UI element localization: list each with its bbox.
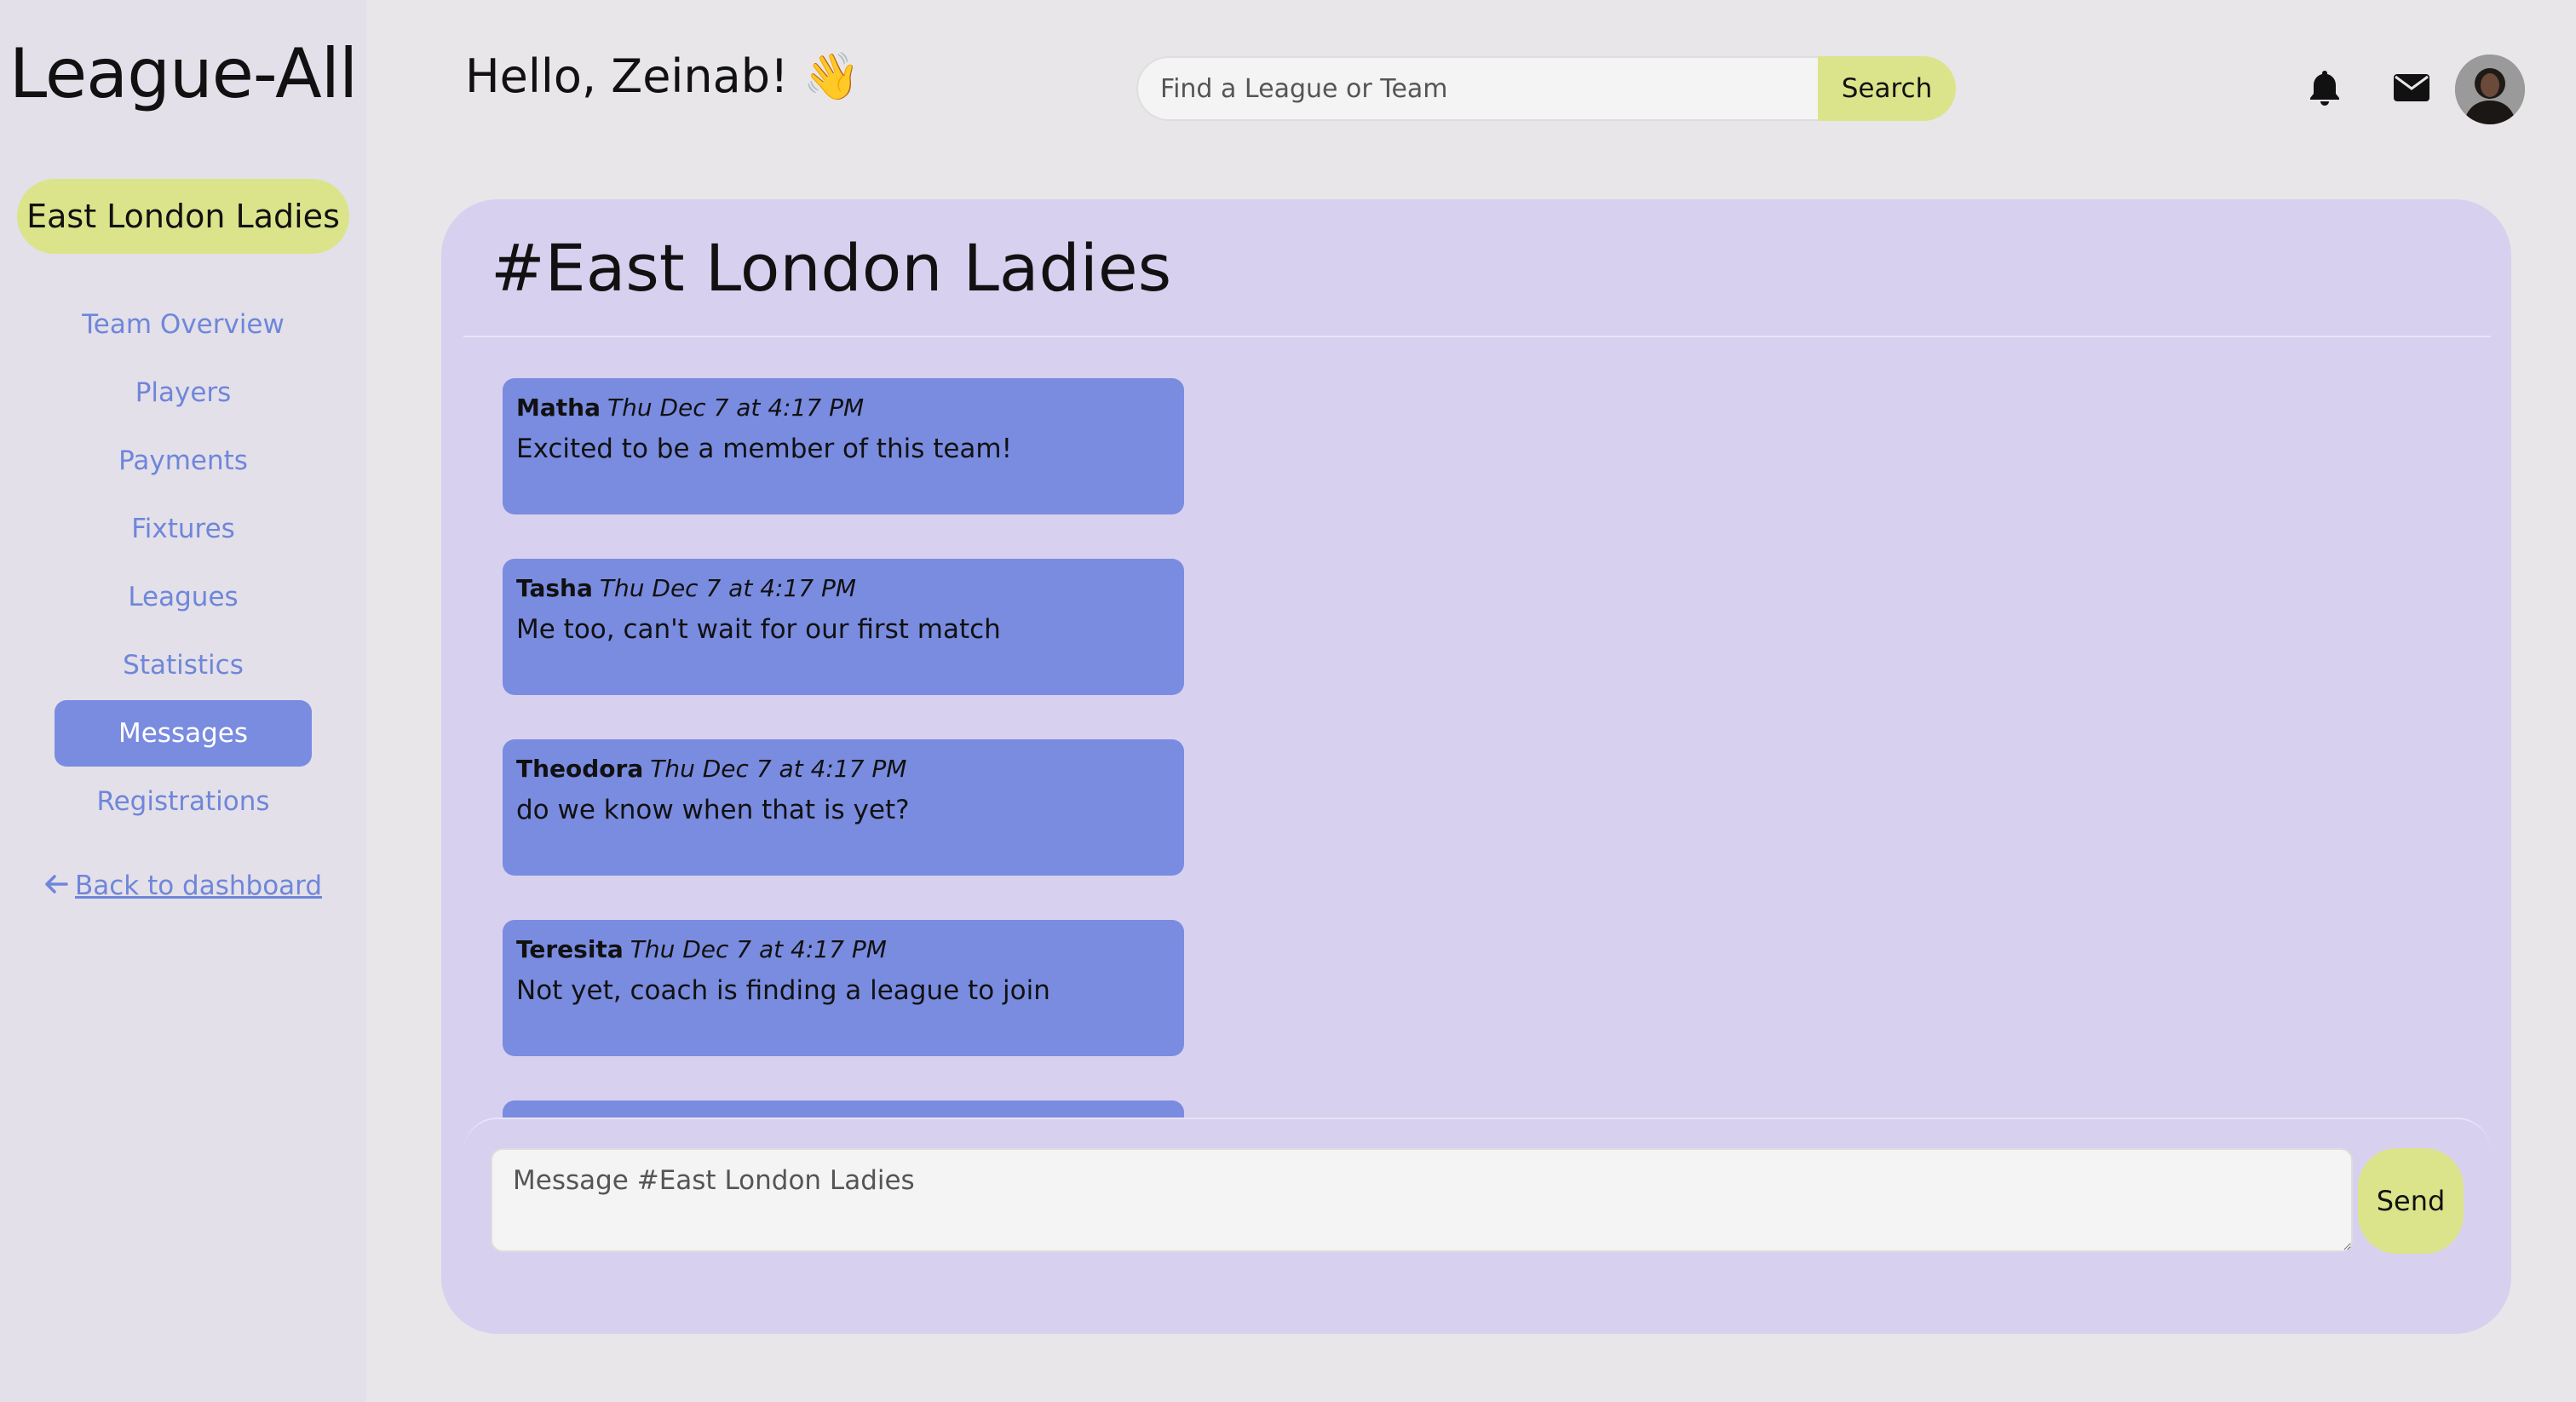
- message-time: Thu Dec 7 at 4:17 PM: [630, 935, 887, 963]
- sidebar-item-fixtures[interactable]: Fixtures: [55, 496, 312, 562]
- sidebar-item-registrations[interactable]: Registrations: [55, 768, 312, 835]
- message-time: Thu Dec 7 at 4:17 PM: [599, 574, 857, 602]
- message-time: Thu Dec 7 at 4:17 PM: [607, 394, 865, 422]
- bell-icon[interactable]: [2303, 66, 2346, 109]
- user-avatar[interactable]: [2455, 55, 2525, 124]
- message-item: Teresita Thu Dec 7 at 4:17 PM Not yet, co…: [503, 920, 1184, 1056]
- message-input[interactable]: [491, 1148, 2353, 1252]
- sidebar-item-payments[interactable]: Payments: [55, 428, 312, 494]
- sidebar-item-leagues[interactable]: Leagues: [55, 564, 312, 630]
- search-bar: Search: [1136, 56, 1956, 121]
- send-button[interactable]: Send: [2358, 1148, 2464, 1254]
- message-item: Theodora Thu Dec 7 at 4:17 PM do we know …: [503, 739, 1184, 876]
- message-time: Thu Dec 7 at 4:17 PM: [650, 755, 907, 783]
- message-item: [503, 1100, 1184, 1118]
- sidebar: League-All East London Ladies Team Overv…: [0, 0, 366, 1402]
- app-logo[interactable]: League-All: [0, 34, 366, 113]
- message-text: Excited to be a member of this team!: [516, 434, 1013, 464]
- message-item: Tasha Thu Dec 7 at 4:17 PM Me too, can't …: [503, 559, 1184, 695]
- search-input[interactable]: [1136, 56, 1826, 121]
- message-text: do we know when that is yet?: [516, 795, 910, 825]
- back-link-label: Back to dashboard: [74, 871, 323, 901]
- message-author: Theodora: [516, 755, 644, 783]
- message-author: Tasha: [516, 574, 593, 602]
- sidebar-item-team-overview[interactable]: Team Overview: [55, 291, 312, 358]
- message-author: Teresita: [516, 935, 624, 963]
- greeting: Hello, Zeinab! 👋: [465, 49, 861, 103]
- message-text: Not yet, coach is finding a league to jo…: [516, 975, 1050, 1006]
- arrow-left-icon: [44, 871, 68, 901]
- team-name-pill[interactable]: East London Ladies: [17, 179, 349, 254]
- channel-title: #East London Ladies: [491, 230, 1172, 306]
- message-item: Matha Thu Dec 7 at 4:17 PM Excited to be …: [503, 378, 1184, 514]
- message-author: Matha: [516, 394, 601, 422]
- chat-panel: #East London Ladies Matha Thu Dec 7 at 4:…: [441, 199, 2511, 1334]
- sidebar-item-players[interactable]: Players: [55, 359, 312, 426]
- message-text: Me too, can't wait for our first match: [516, 614, 1001, 645]
- message-list[interactable]: Matha Thu Dec 7 at 4:17 PM Excited to be …: [441, 337, 2511, 1118]
- back-to-dashboard-link[interactable]: Back to dashboard: [0, 871, 366, 901]
- sidebar-item-statistics[interactable]: Statistics: [55, 632, 312, 698]
- sidebar-item-messages[interactable]: Messages: [55, 700, 312, 767]
- search-button[interactable]: Search: [1818, 56, 1956, 121]
- envelope-icon[interactable]: [2390, 66, 2433, 109]
